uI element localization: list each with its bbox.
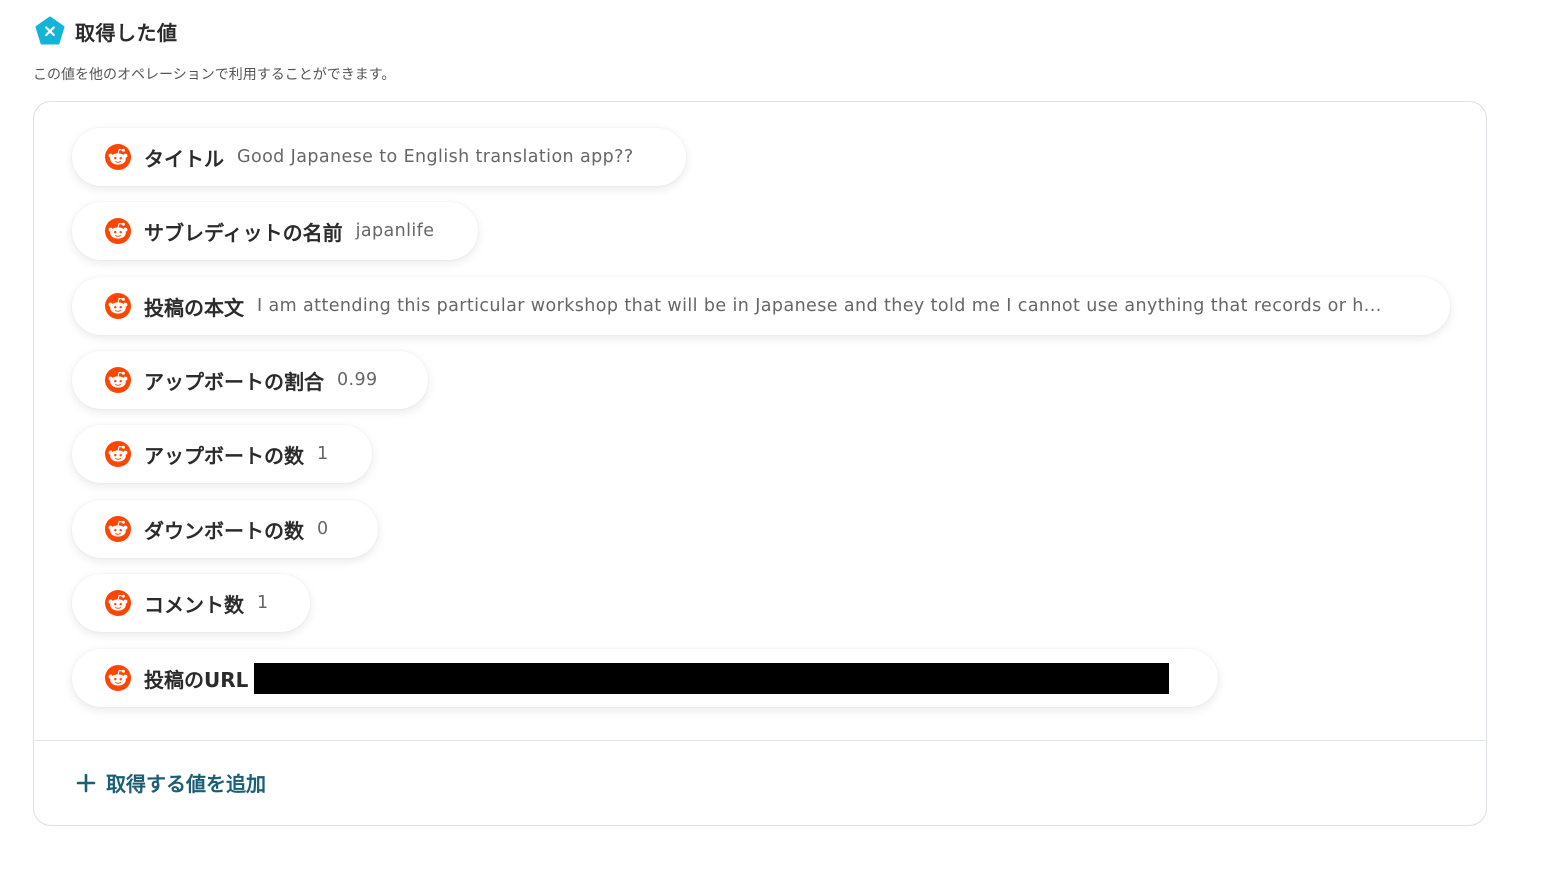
chip-label: アップボートの数 <box>144 443 304 468</box>
value-chip-downvote-count[interactable]: ダウンボートの数 0 <box>72 500 378 558</box>
reddit-icon <box>105 665 131 691</box>
chip-label: 投稿の本文 <box>144 295 244 320</box>
chip-value: I am attending this particular workshop … <box>257 296 1382 316</box>
reddit-icon <box>105 293 131 319</box>
add-value-button[interactable]: 取得する値を追加 <box>76 768 266 797</box>
fetched-values-panel: タイトル Good Japanese to English translatio… <box>33 101 1487 826</box>
chip-label: サブレディットの名前 <box>144 220 343 245</box>
value-chip-upvote-count[interactable]: アップボートの数 1 <box>72 425 372 483</box>
reddit-icon <box>105 367 131 393</box>
redacted-url-value <box>254 662 1170 694</box>
chip-value: 0 <box>317 519 329 539</box>
add-value-label: 取得する値を追加 <box>106 772 266 796</box>
yoom-x-icon <box>35 16 65 45</box>
value-chip-comment-count[interactable]: コメント数 1 <box>72 574 310 632</box>
chip-label: コメント数 <box>144 592 244 617</box>
chip-label: タイトル <box>144 146 224 171</box>
chip-label: アップボートの割合 <box>144 369 324 394</box>
reddit-icon <box>105 441 131 467</box>
reddit-icon <box>105 516 131 542</box>
plus-icon <box>76 773 96 792</box>
chip-label: 投稿のURL <box>144 667 249 692</box>
section-title: 取得した値 <box>75 20 178 45</box>
reddit-icon <box>105 590 131 616</box>
chip-value: 1 <box>257 593 269 613</box>
chip-value: Good Japanese to English translation app… <box>237 147 634 167</box>
chip-value: 1 <box>317 444 329 464</box>
value-chip-title[interactable]: タイトル Good Japanese to English translatio… <box>72 128 686 186</box>
reddit-icon <box>105 144 131 170</box>
divider <box>34 740 1486 741</box>
value-chip-upvote-ratio[interactable]: アップボートの割合 0.99 <box>72 351 428 409</box>
section-header: 取得した値 <box>35 16 178 46</box>
reddit-icon <box>105 218 131 244</box>
value-chip-post-body[interactable]: 投稿の本文 I am attending this particular wor… <box>72 277 1450 335</box>
chip-label: ダウンボートの数 <box>144 518 304 543</box>
chip-value: 0.99 <box>337 370 378 390</box>
value-chip-subreddit-name[interactable]: サブレディットの名前 japanlife <box>72 202 478 260</box>
chip-value: japanlife <box>355 221 435 241</box>
value-chip-post-url[interactable]: 投稿のURL <box>72 649 1218 707</box>
section-description: この値を他のオペレーションで利用することができます。 <box>33 67 396 83</box>
